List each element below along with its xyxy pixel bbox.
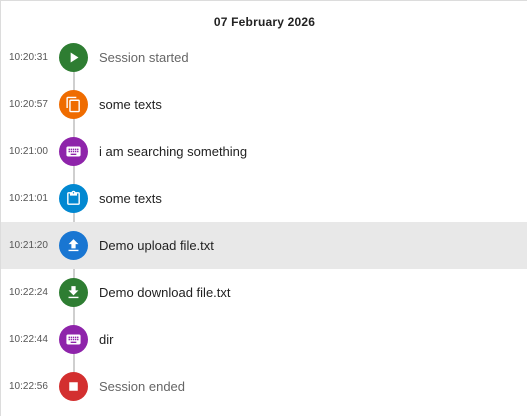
event-time: 10:22:44 — [9, 334, 48, 345]
event-label: i am searching something — [99, 144, 248, 159]
session-timeline-panel: 07 February 2026 10:20:31 Session starte… — [0, 0, 527, 416]
event-label: Demo upload file.txt — [99, 238, 214, 253]
stop-icon — [59, 372, 88, 401]
event-time: 10:21:20 — [9, 240, 48, 251]
event-label: some texts — [99, 97, 162, 112]
timeline-event[interactable]: 10:21:20 Demo upload file.txt — [1, 222, 527, 269]
timeline-event[interactable]: 10:20:31 Session started — [1, 34, 527, 81]
date-header: 07 February 2026 — [213, 15, 316, 29]
event-time: 10:22:56 — [9, 381, 48, 392]
play-icon — [59, 43, 88, 72]
upload-icon — [59, 231, 88, 260]
event-time: 10:20:57 — [9, 99, 48, 110]
event-label: Session ended — [99, 379, 186, 394]
event-label: Session started — [99, 50, 189, 65]
event-time: 10:20:31 — [9, 52, 48, 63]
clipboard-icon — [59, 184, 88, 213]
keyboard-icon — [59, 325, 88, 354]
event-time: 10:22:24 — [9, 287, 48, 298]
copy-icon — [59, 90, 88, 119]
timeline-event[interactable]: 10:21:01 some texts — [1, 175, 527, 222]
timeline-event[interactable]: 10:22:56 Session ended — [1, 363, 527, 410]
timeline-event[interactable]: 10:20:57 some texts — [1, 81, 527, 128]
event-time: 10:21:01 — [9, 193, 48, 204]
event-time: 10:21:00 — [9, 146, 48, 157]
timeline-event[interactable]: 10:22:44 dir — [1, 316, 527, 363]
timeline: 10:20:31 Session started 10:20:57 some t… — [1, 34, 527, 410]
timeline-event[interactable]: 10:22:24 Demo download file.txt — [1, 269, 527, 316]
download-icon — [59, 278, 88, 307]
event-label: dir — [99, 332, 114, 347]
event-label: Demo download file.txt — [99, 285, 231, 300]
keyboard-icon — [59, 137, 88, 166]
timeline-event[interactable]: 10:21:00 i am searching something — [1, 128, 527, 175]
event-label: some texts — [99, 191, 162, 206]
